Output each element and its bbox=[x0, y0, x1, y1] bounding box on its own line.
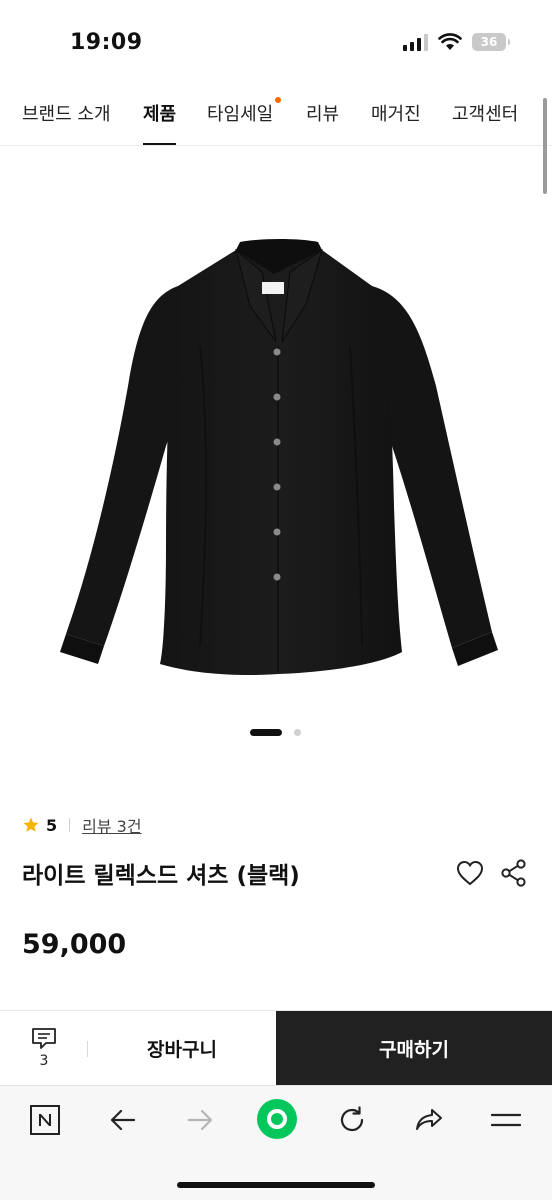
new-badge-dot bbox=[275, 97, 282, 103]
battery-level: 36 bbox=[480, 35, 498, 49]
refresh-icon bbox=[340, 1106, 364, 1132]
wifi-icon bbox=[438, 33, 462, 50]
menu-icon bbox=[490, 1113, 522, 1127]
back-arrow-icon bbox=[110, 1109, 136, 1131]
share-icon bbox=[501, 859, 526, 887]
forward-button[interactable] bbox=[183, 1103, 217, 1137]
tab-label: 제품 bbox=[143, 104, 177, 125]
share-button[interactable] bbox=[498, 857, 530, 889]
tab-time-sale[interactable]: 타임세일 bbox=[207, 97, 282, 126]
tab-label: 리뷰 bbox=[306, 104, 340, 125]
tab-magazine[interactable]: 매거진 bbox=[371, 100, 421, 126]
menu-button[interactable] bbox=[489, 1103, 523, 1137]
tab-brand-intro[interactable]: 브랜드 소개 bbox=[22, 100, 111, 126]
comments-button[interactable]: 3 bbox=[0, 1011, 88, 1086]
product-image[interactable] bbox=[0, 146, 552, 716]
divider bbox=[69, 818, 71, 832]
home-indicator bbox=[177, 1182, 375, 1188]
browser-toolbar bbox=[0, 1085, 552, 1200]
add-to-cart-button[interactable]: 장바구니 bbox=[88, 1011, 276, 1086]
wishlist-button[interactable] bbox=[454, 857, 486, 889]
carousel-dot[interactable] bbox=[294, 729, 301, 736]
green-home-icon bbox=[257, 1099, 297, 1139]
green-home-button[interactable] bbox=[256, 1098, 298, 1140]
naver-n-icon bbox=[30, 1105, 60, 1135]
star-icon bbox=[23, 817, 39, 832]
rating-row: 5 리뷰 3건 bbox=[22, 814, 142, 836]
carousel-indicator bbox=[0, 729, 552, 737]
product-title: 라이트 릴렉스드 셔츠 (블랙) bbox=[22, 863, 300, 889]
battery-icon: 36 bbox=[472, 33, 510, 51]
review-count-link[interactable]: 리뷰 3건 bbox=[82, 813, 141, 837]
share-arrow-icon bbox=[416, 1109, 442, 1130]
comment-icon bbox=[32, 1028, 56, 1049]
forward-arrow-icon bbox=[187, 1109, 213, 1131]
status-icons: 36 bbox=[403, 33, 510, 51]
heart-icon bbox=[456, 860, 484, 886]
carousel-dot-active[interactable] bbox=[250, 729, 282, 736]
naver-home-button[interactable] bbox=[28, 1103, 62, 1137]
active-tab-underline bbox=[143, 143, 177, 145]
tab-products[interactable]: 제품 bbox=[143, 100, 177, 145]
share-page-button[interactable] bbox=[412, 1103, 446, 1137]
tab-label: 타임세일 bbox=[207, 104, 274, 125]
tab-label: 브랜드 소개 bbox=[22, 104, 111, 125]
tab-reviews[interactable]: 리뷰 bbox=[306, 100, 339, 126]
comment-count: 3 bbox=[39, 1053, 49, 1069]
refresh-button[interactable] bbox=[335, 1103, 369, 1137]
tab-label: 매거진 bbox=[371, 104, 421, 125]
buy-now-button[interactable]: 구매하기 bbox=[276, 1011, 552, 1086]
purchase-bar: 3 장바구니 구매하기 bbox=[0, 1010, 552, 1086]
tab-label: 고객센터 bbox=[452, 104, 519, 125]
top-nav: 브랜드 소개 제품 타임세일 리뷰 매거진 고객센터 bbox=[0, 90, 552, 146]
status-time: 19:09 bbox=[70, 30, 143, 55]
status-bar: 19:09 36 bbox=[0, 0, 552, 90]
product-price: 59,000 bbox=[22, 929, 127, 960]
back-button[interactable] bbox=[106, 1103, 140, 1137]
tab-customer-center[interactable]: 고객센터 bbox=[452, 100, 518, 126]
cellular-signal-icon bbox=[403, 33, 428, 51]
rating-score: 5 bbox=[46, 815, 58, 835]
